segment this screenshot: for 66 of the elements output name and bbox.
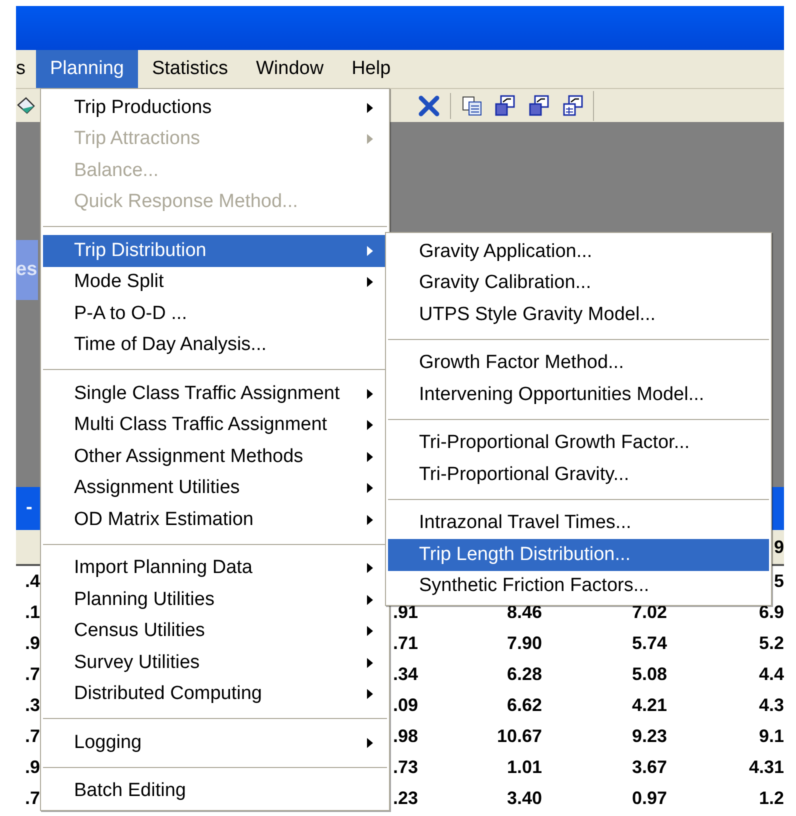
table-cell: 9 [774,536,784,556]
table-cell: 5.74 [632,633,667,653]
table-cell: 3.67 [632,757,667,777]
table-cell: 10.67 [496,726,542,746]
submenu-arrow-icon [367,658,373,668]
window-icon[interactable] [493,94,517,118]
menu-item[interactable]: Trip Distribution [43,235,387,266]
table-cell: .73 [393,757,418,777]
submenu-arrow-icon [367,102,373,113]
table-cell: 4.3 [758,695,784,715]
table-cell: 3.40 [506,788,542,808]
table-cell: 4.4 [758,664,784,684]
window-title-bar: es [16,240,38,300]
table-cell: 1.01 [506,757,542,777]
table-cell: .4 [24,571,40,591]
menu-bar-item[interactable]: Window [242,50,338,88]
submenu-arrow-icon [367,483,373,494]
table-cell: 6.62 [506,695,542,715]
table-cell: 0.97 [632,788,667,808]
submenu-arrow-icon [367,563,373,574]
menu-bar-item[interactable]: Planning [36,50,138,88]
table-cell: 7.90 [506,633,542,653]
submenu-arrow-icon [367,277,373,288]
table-cell: 8.46 [506,602,542,622]
table-cell: 7.02 [632,602,667,622]
table-cell: .7 [24,788,40,808]
table-cell: 4.21 [632,695,667,715]
table-cell: .71 [393,633,418,653]
table-cell: 4.31 [748,757,784,777]
table-cell: 1.2 [758,788,784,808]
submenu-arrow-icon [367,689,373,700]
submenu-arrow-icon [367,452,373,462]
table-cell: .23 [393,788,418,808]
table-cell: .1 [24,602,40,622]
menu-bar-item[interactable]: Help [338,50,405,88]
table-cell: 6.9 [758,602,784,622]
submenu-arrow-icon [367,738,373,748]
table-cell: .91 [393,602,418,622]
table-cell: 9.23 [632,726,667,746]
table-cell: .7 [24,664,40,684]
menu-item[interactable]: Trip Length Distribution... [388,539,769,570]
menu-bar-item[interactable]: s [16,50,36,88]
submenu-arrow-icon [367,246,373,256]
table-cell: 5.08 [632,664,667,684]
table-cell: .9 [24,633,40,653]
table-cell: .7 [24,726,40,746]
delete-icon[interactable] [418,94,440,116]
submenu-arrow-icon [367,388,373,399]
table-cell: 9.1 [758,726,784,746]
table-cell: 5.2 [758,633,784,653]
submenu-arrow-icon [367,134,373,144]
copy-icon[interactable] [461,94,483,116]
table-cell: 6.28 [506,664,542,684]
table-cell: .98 [393,726,418,746]
submenu-arrow-icon [367,514,373,525]
submenu-arrow-icon [367,594,373,605]
table-cell: .34 [393,664,418,684]
table-cell: .09 [393,695,418,715]
table-cell: .9 [24,757,40,777]
submenu-arrow-icon [367,420,373,430]
menu-bar-item[interactable]: Statistics [138,50,242,88]
table-cell: 5 [774,571,784,591]
window-icon[interactable] [561,94,585,118]
table-cell: .3 [24,695,40,715]
submenu-arrow-icon [367,626,373,636]
window-icon[interactable] [527,94,551,118]
